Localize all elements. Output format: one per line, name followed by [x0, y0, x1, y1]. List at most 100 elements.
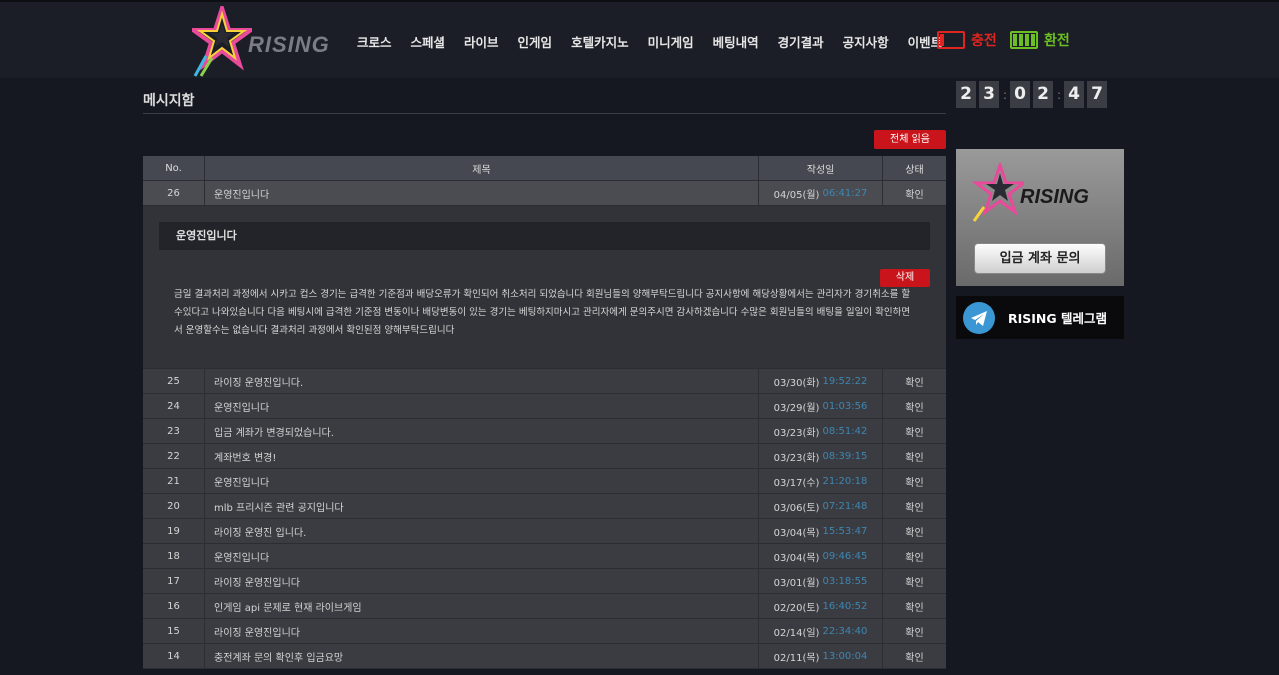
row-state: 확인: [905, 452, 924, 464]
logo-text: RISING: [248, 32, 330, 57]
row-date-time: 16:40:52: [822, 600, 868, 612]
delete-button[interactable]: 삭제: [880, 269, 930, 287]
row-state: 확인: [905, 502, 924, 514]
table-row[interactable]: 21 운영진입니다 03/17(수) 21:20:18 확인: [143, 469, 946, 494]
row-no: 19: [143, 519, 205, 543]
row-date-day: 02/11(목): [773, 652, 820, 664]
nav-ingame[interactable]: 인게임: [518, 32, 553, 51]
row-state: 확인: [905, 552, 924, 564]
table-row[interactable]: 25 라이징 운영진입니다. 03/30(화) 19:52:22 확인: [143, 369, 946, 394]
row-title[interactable]: 계좌번호 변경!: [205, 444, 759, 468]
nav-bet-history[interactable]: 베팅내역: [713, 32, 759, 51]
nav-results[interactable]: 경기결과: [778, 32, 824, 51]
row-date: 03/01(월) 03:18:55: [759, 569, 883, 593]
message-detail: 운영진입니다 삭제 금일 결과처리 과정에서 시카고 컵스 경기는 급격한 기준…: [143, 206, 946, 369]
table-row[interactable]: 18 운영진입니다 03/04(목) 09:46:45 확인: [143, 544, 946, 569]
row-no: 24: [143, 394, 205, 418]
row-title[interactable]: 운영진입니다: [205, 181, 759, 205]
nav-special[interactable]: 스페셜: [411, 32, 446, 51]
nav-minigame[interactable]: 미니게임: [648, 32, 694, 51]
row-title[interactable]: 라이징 운영진입니다: [205, 569, 759, 593]
row-date: 03/17(수) 21:20:18: [759, 469, 883, 493]
clock-digit: 2: [1033, 81, 1054, 108]
row-date: 03/04(목) 09:46:45: [759, 544, 883, 568]
clock-digit: 0: [1010, 81, 1031, 108]
table-row[interactable]: 14 충전계좌 문의 확인후 입금요망 02/11(목) 13:00:04 확인: [143, 644, 946, 669]
row-date-day: 03/23(화): [773, 452, 820, 464]
row-state: 확인: [905, 527, 924, 539]
clock-colon: :: [1003, 87, 1008, 102]
header-state: 상태: [905, 164, 924, 176]
deposit-inquiry-button[interactable]: 입금 계좌 문의: [974, 243, 1106, 274]
row-date-day: 03/06(토): [773, 502, 820, 514]
row-date: 02/11(목) 13:00:04: [759, 644, 883, 668]
row-state: 확인: [905, 602, 924, 614]
nav-cross[interactable]: 크로스: [357, 32, 392, 51]
row-no: 26: [143, 181, 205, 205]
table-row[interactable]: 20 mlb 프리시즌 관련 공지입니다 03/06(토) 07:21:48 확인: [143, 494, 946, 519]
message-rows: 25 라이징 운영진입니다. 03/30(화) 19:52:22 확인 24 운영진입니다 0…: [143, 369, 946, 669]
row-date-time: 09:46:45: [822, 550, 868, 562]
battery-low-icon: [937, 31, 965, 49]
read-all-button[interactable]: 전체 읽음: [874, 130, 946, 149]
row-title[interactable]: 입금 계좌가 변경되었습니다.: [205, 419, 759, 443]
row-title[interactable]: 라이징 운영진입니다: [205, 619, 759, 643]
detail-title: 운영진입니다: [159, 222, 930, 250]
row-date-day: 03/17(수): [773, 477, 820, 489]
row-date: 03/29(월) 01:03:56: [759, 394, 883, 418]
row-no: 17: [143, 569, 205, 593]
table-row[interactable]: 23 입금 계좌가 변경되었습니다. 03/23(화) 08:51:42 확인: [143, 419, 946, 444]
row-date: 03/06(토) 07:21:48: [759, 494, 883, 518]
row-date-time: 21:20:18: [822, 475, 868, 487]
row-title[interactable]: 운영진입니다: [205, 394, 759, 418]
battery-full-icon: [1010, 31, 1038, 49]
row-title[interactable]: 운영진입니다: [205, 469, 759, 493]
row-date: 03/23(화) 08:51:42: [759, 419, 883, 443]
telegram-icon: [963, 301, 995, 334]
row-title[interactable]: 라이징 운영진입니다.: [205, 369, 759, 393]
table-row[interactable]: 24 운영진입니다 03/29(월) 01:03:56 확인: [143, 394, 946, 419]
row-title[interactable]: 라이징 운영진 입니다.: [205, 519, 759, 543]
table-row[interactable]: 19 라이징 운영진 입니다. 03/04(목) 15:53:47 확인: [143, 519, 946, 544]
telegram-label: RISING 텔레그램: [1008, 311, 1108, 326]
table-row[interactable]: 22 계좌번호 변경! 03/23(화) 08:39:15 확인: [143, 444, 946, 469]
row-date-time: 22:34:40: [822, 625, 868, 637]
row-date-time: 08:39:15: [822, 450, 868, 462]
row-date: 03/04(목) 15:53:47: [759, 519, 883, 543]
main-nav: 크로스 스페셜 라이브 인게임 호텔카지노 미니게임 베팅내역 경기결과 공지사…: [357, 32, 961, 51]
row-date: 02/20(토) 16:40:52: [759, 594, 883, 618]
page-title: 메시지함: [143, 93, 195, 109]
row-no: 25: [143, 369, 205, 393]
row-date-day: 03/04(목): [773, 552, 820, 564]
row-date-time: 08:51:42: [822, 425, 868, 437]
charge-button[interactable]: 충전: [937, 30, 997, 50]
message-table: No. 제목 작성일 상태 26 운영진입니다 04/05(월) 06:41:27…: [143, 156, 946, 669]
table-row[interactable]: 16 인게임 api 문제로 현재 라이브게임 02/20(토) 16:40:52 확인: [143, 594, 946, 619]
table-row-opened[interactable]: 26 운영진입니다 04/05(월) 06:41:27 확인: [143, 181, 946, 206]
row-title[interactable]: 운영진입니다: [205, 544, 759, 568]
nav-notice[interactable]: 공지사항: [843, 32, 889, 51]
row-no: 16: [143, 594, 205, 618]
deposit-promo-banner: RISING 입금 계좌 문의: [956, 149, 1124, 286]
row-title[interactable]: 인게임 api 문제로 현재 라이브게임: [205, 594, 759, 618]
row-state: 확인: [905, 477, 924, 489]
table-row[interactable]: 15 라이징 운영진입니다 02/14(일) 22:34:40 확인: [143, 619, 946, 644]
exchange-button[interactable]: 환전: [1010, 30, 1070, 50]
header-date: 작성일: [759, 156, 883, 180]
row-date-time: 07:21:48: [822, 500, 868, 512]
row-no: 14: [143, 644, 205, 668]
nav-hotel-casino[interactable]: 호텔카지노: [571, 32, 629, 51]
row-title[interactable]: 충전계좌 문의 확인후 입금요망: [205, 644, 759, 668]
row-title[interactable]: mlb 프리시즌 관련 공지입니다: [205, 494, 759, 518]
site-logo[interactable]: RISING: [186, 1, 352, 78]
nav-live[interactable]: 라이브: [464, 32, 499, 51]
table-row[interactable]: 17 라이징 운영진입니다 03/01(월) 03:18:55 확인: [143, 569, 946, 594]
row-date-time: 03:18:55: [822, 575, 868, 587]
telegram-link[interactable]: RISING 텔레그램: [956, 296, 1124, 339]
row-date-day: 03/30(화): [773, 377, 820, 389]
row-date-day: 04/05(월): [773, 189, 820, 201]
row-state: 확인: [905, 627, 924, 639]
header-title: 제목: [205, 156, 759, 180]
header-no: No.: [143, 156, 205, 180]
row-date-time: 15:53:47: [822, 525, 868, 537]
